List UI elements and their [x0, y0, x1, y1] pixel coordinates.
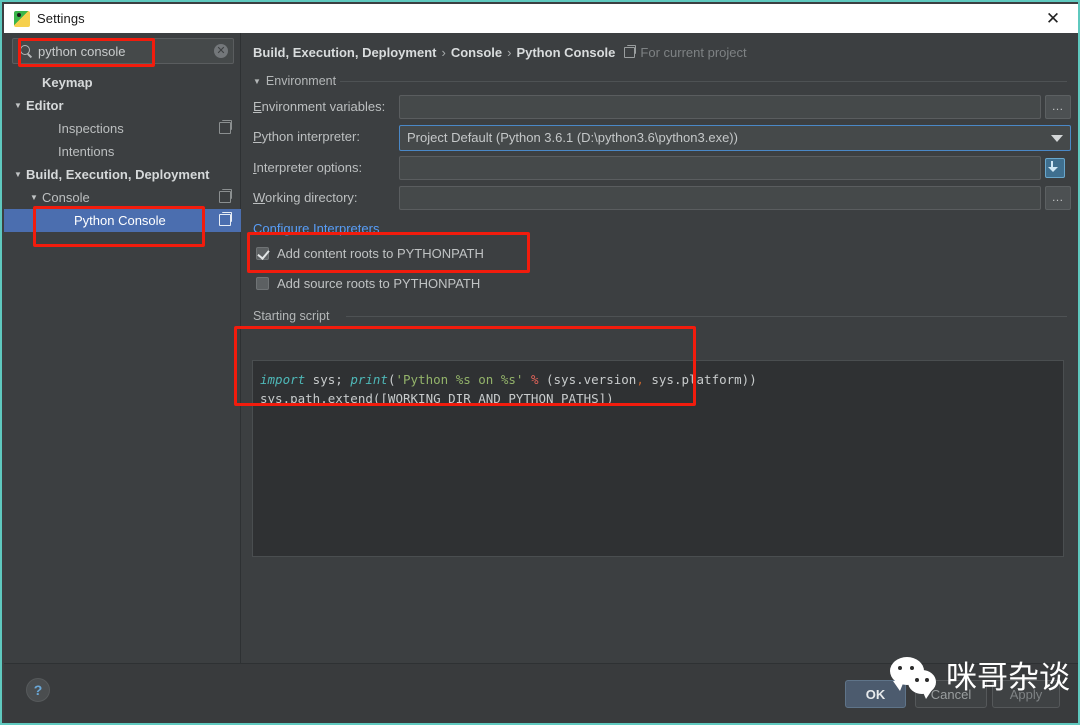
sidebar-item-label: Editor — [26, 98, 64, 113]
sidebar-item-label: Inspections — [58, 121, 124, 136]
sidebar-item-editor[interactable]: ▼ Editor — [4, 94, 241, 117]
window-title: Settings — [37, 11, 85, 26]
working-directory-input[interactable] — [399, 186, 1041, 210]
insert-macro-icon[interactable] — [1045, 158, 1065, 178]
apply-button[interactable]: Apply — [992, 680, 1060, 708]
sidebar-item-label: Console — [42, 190, 90, 205]
breadcrumb: Build, Execution, Deployment › Console ›… — [253, 45, 747, 60]
breadcrumb-part-2[interactable]: Python Console — [516, 45, 615, 60]
sidebar-item-intentions[interactable]: Intentions — [4, 140, 241, 163]
sidebar-item-label: Python Console — [74, 213, 166, 228]
code-tail-a: (sys.version — [546, 372, 637, 387]
environment-group-label: Environment — [265, 74, 337, 88]
breadcrumb-separator: › — [507, 45, 512, 60]
sidebar-item-python-console[interactable]: Python Console — [4, 209, 241, 232]
opts-label-rest: nterpreter options: — [256, 160, 363, 175]
settings-detail-pane: Build, Execution, Deployment › Console ›… — [242, 33, 1078, 663]
starting-script-group-header: Starting script — [253, 309, 329, 323]
project-scope-icon — [219, 212, 232, 226]
interpreter-options-label: Interpreter options: — [253, 160, 362, 175]
working-directory-browse-button[interactable]: … — [1045, 186, 1071, 210]
dialog-content: ✕ Keymap▼EditorInspectionsIntentions▼Bui… — [4, 33, 1078, 663]
starting-script-editor[interactable]: import sys; print('Python %s on %s' % (s… — [252, 360, 1064, 557]
environment-group-header[interactable]: ▼ Environment — [253, 74, 336, 88]
add-content-roots-label: Add content roots to PYTHONPATH — [277, 246, 484, 261]
starting-script-code: import sys; print('Python %s on %s' % (s… — [260, 370, 757, 408]
starting-script-group-label: Starting script — [253, 309, 330, 323]
checkbox-checked-icon — [256, 247, 269, 260]
environment-variables-label: Environment variables: — [253, 99, 385, 114]
cancel-button[interactable]: Cancel — [915, 680, 987, 708]
env-var-label-rest: nvironment variables: — [261, 99, 386, 114]
code-after-import: sys; — [305, 372, 351, 387]
help-button[interactable]: ? — [26, 678, 50, 702]
interpreter-options-input[interactable] — [399, 156, 1041, 180]
project-scope-icon — [624, 45, 637, 58]
add-content-roots-checkbox[interactable]: Add content roots to PYTHONPATH — [256, 246, 484, 261]
sidebar-item-inspections[interactable]: Inspections — [4, 117, 241, 140]
interp-mnemonic: P — [253, 129, 262, 144]
code-line-2: sys.path.extend([WORKING_DIR_AND_PYTHON_… — [260, 391, 614, 406]
starting-script-group-rule — [346, 316, 1067, 317]
python-interpreter-combobox[interactable]: Project Default (Python 3.6.1 (D:\python… — [399, 125, 1071, 151]
code-tail-b: sys.platform)) — [643, 372, 757, 387]
environment-variables-browse-button[interactable]: … — [1045, 95, 1071, 119]
sidebar-item-keymap[interactable]: Keymap — [4, 71, 241, 94]
sidebar-item-build-execution-deployment[interactable]: ▼ Build, Execution, Deployment — [4, 163, 241, 186]
sidebar-item-label: Keymap — [42, 75, 93, 90]
breadcrumb-part-1[interactable]: Console — [451, 45, 502, 60]
environment-variables-input[interactable] — [399, 95, 1041, 119]
breadcrumb-separator: › — [441, 45, 446, 60]
python-interpreter-label: Python interpreter: — [253, 129, 360, 144]
search-input[interactable] — [38, 43, 214, 59]
settings-tree-pane: ✕ Keymap▼EditorInspectionsIntentions▼Bui… — [4, 33, 241, 663]
chevron-down-icon: ▼ — [253, 76, 261, 86]
ok-button[interactable]: OK — [845, 680, 906, 708]
settings-tree: Keymap ▼ Editor Inspections Intentions ▼ Build… — [4, 71, 241, 232]
chevron-down-icon[interactable]: ▼ — [28, 193, 40, 202]
add-source-roots-checkbox[interactable]: Add source roots to PYTHONPATH — [256, 276, 480, 291]
chevron-down-icon[interactable]: ▼ — [12, 101, 24, 110]
interp-label-rest: ython interpreter: — [261, 129, 360, 144]
title-bar: Settings ✕ — [4, 4, 1078, 33]
clear-search-icon[interactable]: ✕ — [214, 44, 228, 58]
settings-dialog: Settings ✕ ✕ Keymap▼EditorInspectionsInt… — [0, 0, 1080, 725]
sidebar-item-label: Intentions — [58, 144, 115, 159]
sidebar-item-label: Build, Execution, Deployment — [26, 167, 210, 182]
close-icon[interactable]: ✕ — [1042, 8, 1064, 30]
working-directory-label: Working directory: — [253, 190, 358, 205]
environment-group-rule — [340, 81, 1067, 82]
add-source-roots-label: Add source roots to PYTHONPATH — [277, 276, 481, 291]
search-field[interactable]: ✕ — [12, 38, 234, 64]
code-keyword-print: print — [350, 372, 388, 387]
project-scope-icon — [219, 189, 232, 203]
wd-label-rest: orking directory: — [265, 190, 358, 205]
pycharm-icon — [14, 10, 30, 27]
code-keyword-import: import — [260, 372, 306, 387]
python-interpreter-value: Project Default (Python 3.6.1 (D:\python… — [407, 130, 738, 145]
code-comma: , — [636, 372, 644, 387]
breadcrumb-part-0[interactable]: Build, Execution, Deployment — [253, 45, 436, 60]
code-percent-operator: % — [523, 372, 546, 387]
checkbox-unchecked-icon — [256, 277, 269, 290]
sidebar-item-console[interactable]: ▼ Console — [4, 186, 241, 209]
wd-mnemonic: W — [253, 190, 266, 205]
configure-interpreters-link[interactable]: Configure Interpreters — [253, 221, 379, 236]
chevron-down-icon[interactable]: ▼ — [12, 170, 24, 179]
env-var-mnemonic: E — [253, 99, 262, 114]
project-scope-icon — [219, 120, 232, 134]
search-icon — [19, 44, 34, 59]
code-string-literal: 'Python %s on %s' — [395, 372, 524, 387]
breadcrumb-scope-note: For current project — [640, 45, 747, 60]
chevron-down-icon[interactable] — [1046, 127, 1068, 149]
